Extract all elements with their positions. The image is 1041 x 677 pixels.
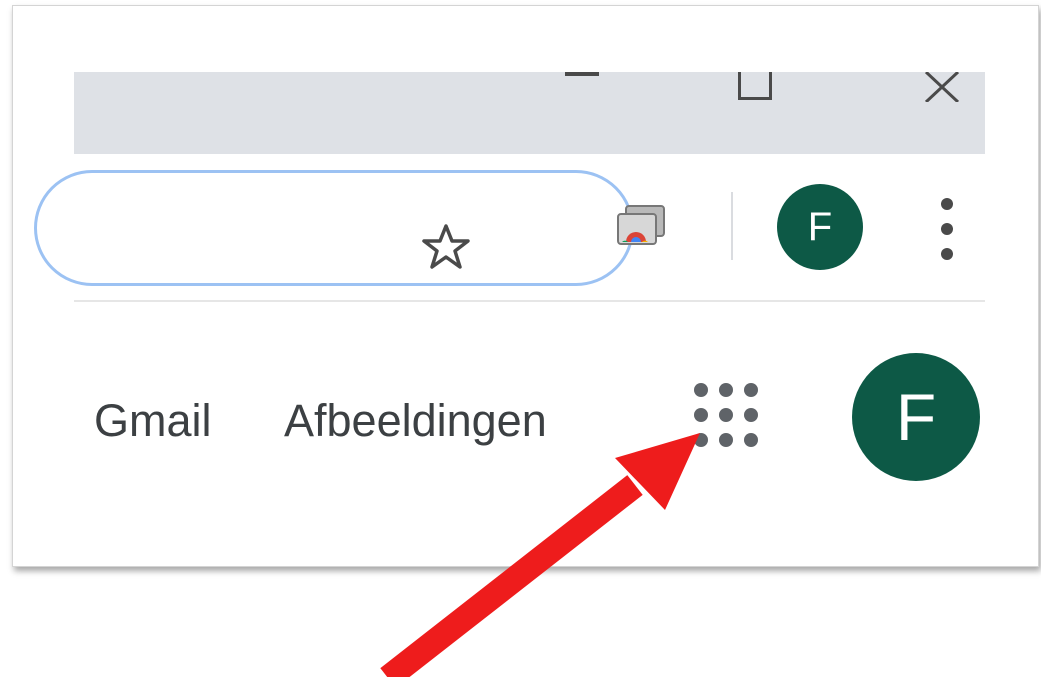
- close-icon[interactable]: [920, 70, 964, 104]
- address-bar[interactable]: [34, 170, 634, 286]
- toolbar-separator: [731, 192, 733, 260]
- profile-initial: F: [807, 204, 833, 249]
- browser-toolbar: F: [34, 154, 985, 302]
- apps-grid-icon[interactable]: [694, 383, 758, 447]
- maximize-icon[interactable]: [738, 72, 772, 100]
- toolbar-divider: [74, 300, 985, 302]
- profile-avatar[interactable]: F: [777, 184, 863, 270]
- tab-strip: [74, 72, 985, 154]
- cast-icon[interactable]: [612, 204, 668, 254]
- kebab-menu-icon[interactable]: [937, 198, 957, 260]
- gmail-link[interactable]: Gmail: [94, 395, 212, 447]
- images-link[interactable]: Afbeeldingen: [284, 395, 547, 447]
- account-initial: F: [895, 380, 937, 454]
- google-account-avatar[interactable]: F: [852, 353, 980, 481]
- minimize-icon[interactable]: [565, 72, 599, 76]
- star-icon[interactable]: [422, 223, 470, 271]
